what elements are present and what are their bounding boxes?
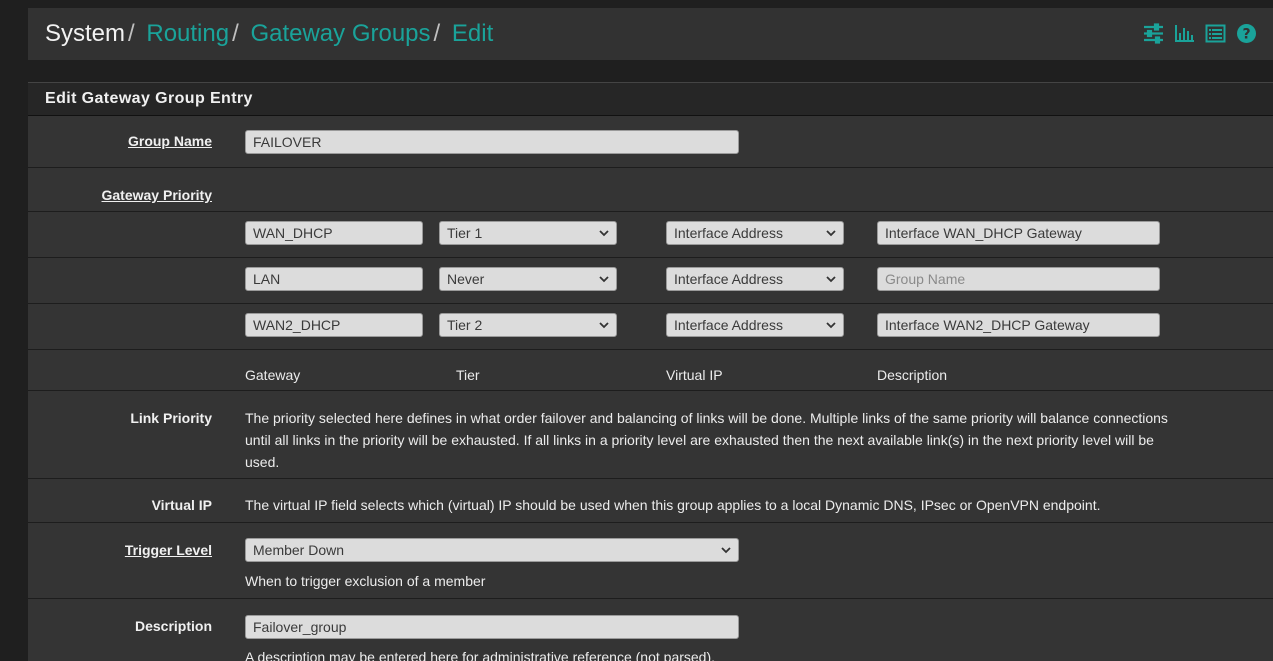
gateway-description-field[interactable]: Interface WAN2_DHCP Gateway: [877, 313, 1160, 337]
page-header: System / Routing / Gateway Groups / Edit ?: [28, 8, 1273, 60]
gateway-name-field[interactable]: WAN_DHCP: [245, 221, 423, 245]
column-gateway: Gateway: [245, 367, 301, 383]
link-priority-label: Link Priority: [130, 410, 212, 426]
gateway-description-field[interactable]: Interface WAN_DHCP Gateway: [877, 221, 1160, 245]
virtual-ip-label: Virtual IP: [151, 497, 212, 513]
tier-select-value: Tier 1: [447, 225, 483, 241]
trigger-level-row: Trigger Level Member Down When to trigge…: [28, 523, 1273, 599]
trigger-level-help: When to trigger exclusion of a member: [245, 573, 486, 589]
help-icon[interactable]: ?: [1236, 23, 1257, 44]
group-name-input[interactable]: FAILOVER: [245, 130, 739, 154]
breadcrumb-routing[interactable]: Routing: [146, 20, 229, 47]
breadcrumb-system: System: [45, 20, 126, 47]
virtual-ip-select-value: Interface Address: [674, 317, 783, 333]
tier-select-value: Never: [447, 271, 485, 287]
virtual-ip-select[interactable]: Interface Address: [666, 221, 844, 245]
chevron-down-icon: [598, 319, 610, 331]
gateway-row-1: WAN_DHCP Tier 1 Interface Address Interf…: [28, 212, 1273, 258]
group-name-row: Group Name FAILOVER: [28, 116, 1273, 168]
column-description: Description: [877, 367, 948, 383]
trigger-level-select-value: Member Down: [253, 542, 345, 558]
gateway-description-field[interactable]: Group Name: [877, 267, 1160, 291]
gateway-row-3: WAN2_DHCP Tier 2 Interface Address Inter…: [28, 304, 1273, 350]
breadcrumb-edit[interactable]: Edit: [452, 20, 493, 47]
breadcrumb-gateway-groups[interactable]: Gateway Groups: [250, 20, 430, 47]
chevron-down-icon: [720, 544, 732, 556]
gateway-name-field[interactable]: LAN: [245, 267, 423, 291]
description-help: A description may be entered here for ad…: [245, 649, 716, 661]
description-input[interactable]: Failover_group: [245, 615, 739, 639]
tier-select[interactable]: Never: [439, 267, 617, 291]
link-priority-help-line: until all links in the priority will be …: [245, 432, 1154, 448]
chevron-down-icon: [598, 227, 610, 239]
trigger-level-label: Trigger Level: [124, 542, 212, 558]
description-label: Description: [134, 618, 212, 634]
gateway-priority-row: Gateway Priority: [28, 168, 1273, 212]
virtual-ip-select-value: Interface Address: [674, 271, 783, 287]
virtual-ip-select[interactable]: Interface Address: [666, 313, 844, 337]
virtual-ip-help: The virtual IP field selects which (virt…: [245, 497, 1101, 513]
description-row: Description Failover_group A description…: [28, 599, 1273, 661]
virtual-ip-row: Virtual IP The virtual IP field selects …: [28, 479, 1273, 523]
svg-text:?: ?: [1242, 27, 1250, 43]
column-tier: Tier: [456, 367, 480, 383]
link-priority-row: Link Priority The priority selected here…: [28, 391, 1273, 479]
tier-select-value: Tier 2: [447, 317, 483, 333]
group-name-label: Group Name: [127, 133, 212, 149]
panel-title: Edit Gateway Group Entry: [28, 82, 1273, 116]
chevron-down-icon: [825, 227, 837, 239]
edit-panel: Edit Gateway Group Entry Group Name FAIL…: [28, 82, 1273, 661]
gateway-columns-row: Gateway Tier Virtual IP Description: [28, 350, 1273, 391]
breadcrumb: System / Routing / Gateway Groups / Edit: [45, 20, 494, 47]
sliders-icon[interactable]: [1143, 23, 1164, 44]
chevron-down-icon: [825, 273, 837, 285]
link-priority-help-line: used.: [245, 454, 280, 470]
chevron-down-icon: [598, 273, 610, 285]
tier-select[interactable]: Tier 2: [439, 313, 617, 337]
bar-chart-icon[interactable]: [1174, 23, 1195, 44]
trigger-level-select[interactable]: Member Down: [245, 538, 739, 562]
gateway-priority-label: Gateway Priority: [101, 187, 213, 203]
column-virtual-ip: Virtual IP: [666, 367, 723, 383]
link-priority-help: The priority selected here defines in wh…: [245, 407, 1265, 473]
link-priority-help-line: The priority selected here defines in wh…: [245, 410, 1168, 426]
gateway-name-field[interactable]: WAN2_DHCP: [245, 313, 423, 337]
virtual-ip-select-value: Interface Address: [674, 225, 783, 241]
virtual-ip-select[interactable]: Interface Address: [666, 267, 844, 291]
gateway-row-2: LAN Never Interface Address Group Name: [28, 258, 1273, 304]
chevron-down-icon: [825, 319, 837, 331]
list-icon[interactable]: [1205, 23, 1226, 44]
tier-select[interactable]: Tier 1: [439, 221, 617, 245]
